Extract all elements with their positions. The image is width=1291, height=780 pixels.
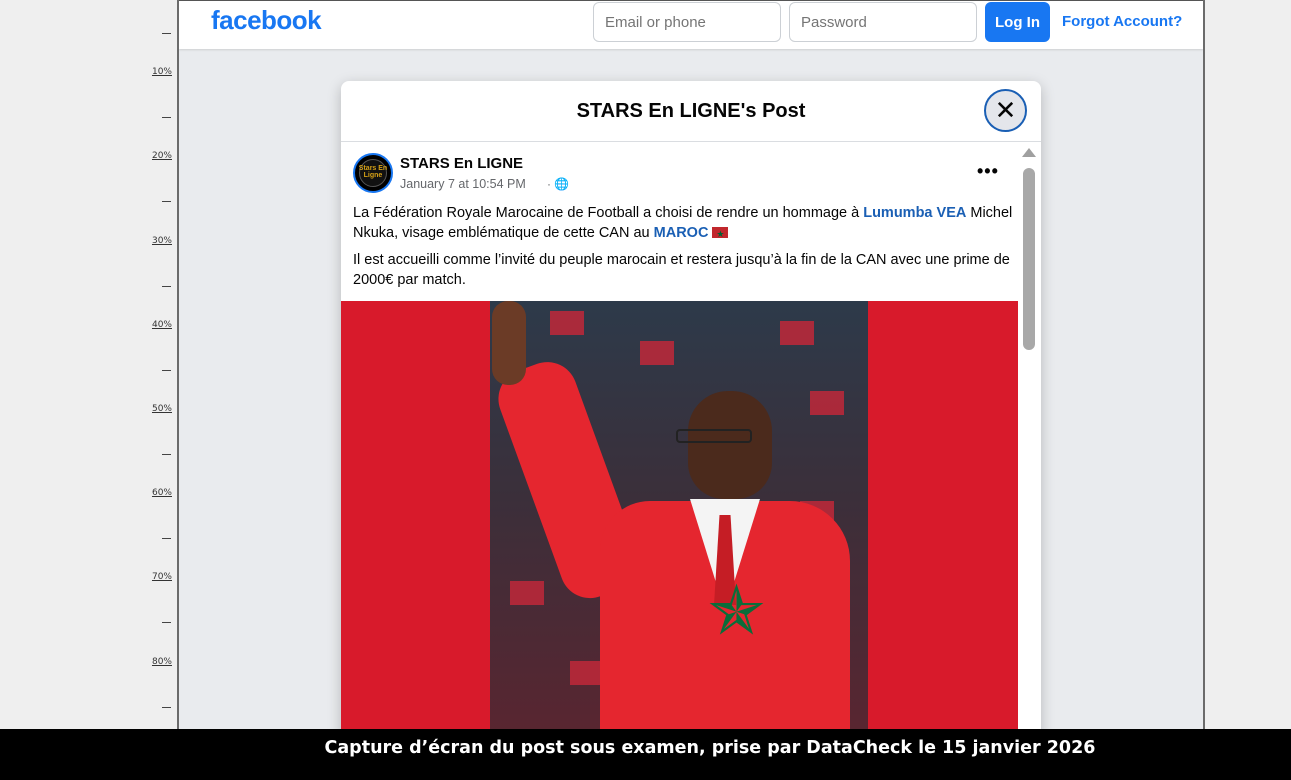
ruler-label: 60% (151, 488, 172, 498)
post-image[interactable]: ✯ (341, 301, 1018, 729)
password-field[interactable] (789, 2, 977, 42)
dialog-scrollbar[interactable] (1021, 144, 1037, 729)
crowd-flag (640, 341, 674, 365)
post-text-paragraph: Il est accueilli comme l’invité du peupl… (353, 252, 1010, 288)
post-text: La Fédération Royale Marocaine de Footba… (353, 205, 864, 221)
ruler-label: 50% (151, 404, 172, 414)
mention-link[interactable]: Lumumba VEA (863, 205, 966, 221)
globe-icon: 🌐 (554, 177, 570, 191)
ruler-label: 10% (151, 67, 172, 77)
ruler-label: 30% (151, 236, 172, 246)
green-star-icon: ✯ (708, 573, 765, 649)
dialog-title: STARS En LIGNE's Post (576, 100, 806, 122)
post-text-paragraph: La Fédération Royale Marocaine de Footba… (353, 203, 1013, 244)
crowd-flag (780, 321, 814, 345)
ruler-tick (162, 286, 171, 287)
page-ruler: 10% 20% 30% 40% 50% 60% 70% 80% (0, 0, 178, 729)
ruler-label: 80% (151, 657, 172, 667)
email-field[interactable] (593, 2, 781, 42)
forgot-account-link[interactable]: Forgot Account? (1062, 13, 1182, 30)
ruler-tick (162, 370, 171, 371)
crowd-flag (550, 311, 584, 335)
ruler-label: 20% (151, 151, 172, 161)
scroll-thumb[interactable] (1023, 168, 1035, 350)
post-photo: ✯ (490, 301, 868, 729)
dialog-header: STARS En LIGNE's Post ✕ (341, 81, 1041, 142)
post-author[interactable]: STARS En LIGNE (400, 155, 523, 172)
avatar-logo-text: Stars En Ligne (358, 165, 388, 179)
ruler-tick (162, 33, 171, 34)
glasses (676, 429, 752, 443)
morocco-flag-icon (712, 224, 729, 244)
ruler-label: 40% (151, 320, 172, 330)
raised-hand (492, 301, 526, 385)
ruler-tick (162, 538, 171, 539)
post-timestamp[interactable]: January 7 at 10:54 PM (400, 177, 526, 191)
ruler-tick (162, 454, 171, 455)
ruler-tick (162, 117, 171, 118)
crowd-flag (510, 581, 544, 605)
page-right-margin (1205, 0, 1291, 729)
post-dialog: STARS En LIGNE's Post ✕ Stars En Ligne S… (341, 81, 1041, 729)
ruler-tick (162, 707, 171, 708)
more-options-icon[interactable]: ••• (977, 161, 999, 182)
caption-text: Capture d’écran du post sous examen, pri… (324, 738, 1096, 758)
login-button[interactable]: Log In (985, 2, 1050, 42)
crowd-flag (570, 661, 604, 685)
close-icon[interactable]: ✕ (984, 89, 1027, 132)
crowd-flag (810, 391, 844, 415)
audience-info: · 🌐 (547, 177, 569, 191)
person-head (688, 391, 772, 499)
top-navbar: facebook Log In Forgot Account? (179, 0, 1203, 49)
hashtag-link[interactable]: MAROC (654, 225, 709, 241)
facebook-page: facebook Log In Forgot Account? STARS En… (179, 0, 1203, 729)
ruler-tick (162, 622, 171, 623)
ruler-label: 70% (151, 572, 172, 582)
caption-bar: Capture d’écran du post sous examen, pri… (0, 729, 1291, 780)
ruler-tick (162, 201, 171, 202)
scroll-up-arrow-icon[interactable] (1022, 148, 1036, 157)
avatar[interactable]: Stars En Ligne (353, 153, 393, 193)
separator: · (547, 177, 551, 191)
facebook-logo[interactable]: facebook (211, 5, 322, 36)
